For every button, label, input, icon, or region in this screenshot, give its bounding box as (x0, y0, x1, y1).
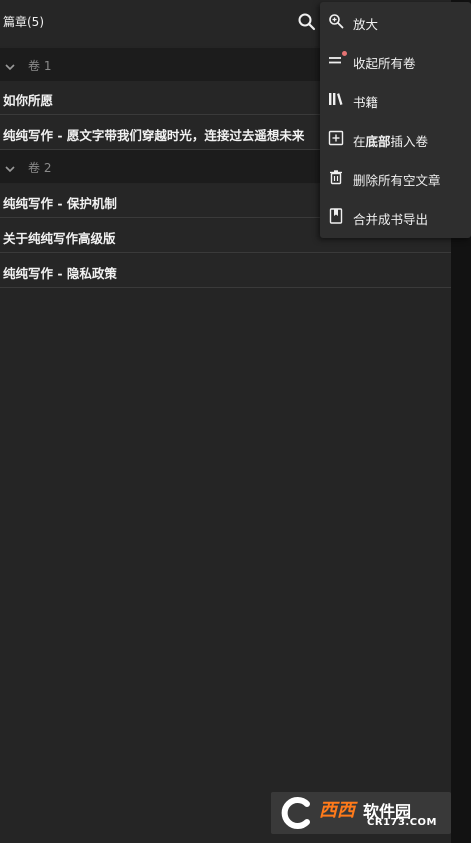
page-title: 篇章(5) (3, 15, 44, 29)
trash-icon (328, 169, 344, 185)
library-icon (328, 91, 344, 107)
bookmark-icon (328, 208, 344, 224)
menu-item-zoom-in[interactable]: 放大 (320, 2, 471, 41)
menu-item-label: 放大 (353, 17, 379, 32)
volume-label: 卷 2 (28, 161, 52, 175)
overflow-menu: 放大 收起所有卷 书籍 在底部插入卷 删除所有空文章 合并成书导出 (320, 2, 471, 238)
chevron-down-icon (4, 58, 16, 71)
notification-badge (342, 51, 347, 56)
search-icon[interactable] (296, 11, 318, 33)
menu-item-delete-empty[interactable]: 删除所有空文章 (320, 158, 471, 197)
menu-item-label: 书籍 (353, 95, 379, 110)
chevron-down-icon (4, 160, 16, 173)
zoom-in-icon (328, 13, 344, 29)
watermark-logo-icon (277, 796, 315, 830)
chapter-title: 纯纯写作 - 保护机制 (3, 196, 117, 211)
menu-item-label: 在底部插入卷 (353, 134, 429, 149)
menu-item-insert-volume[interactable]: 在底部插入卷 (320, 119, 471, 158)
watermark-brand: 西西 (319, 800, 355, 821)
chapter-title: 关于纯纯写作高级版 (3, 231, 116, 246)
menu-item-books[interactable]: 书籍 (320, 80, 471, 119)
watermark: 西西 软件园 CR173.COM (271, 792, 451, 834)
menu-item-label: 合并成书导出 (353, 212, 429, 227)
chapter-row[interactable]: 纯纯写作 - 隐私政策 (0, 254, 451, 288)
menu-item-collapse-all[interactable]: 收起所有卷 (320, 41, 471, 80)
menu-item-label: 删除所有空文章 (353, 173, 441, 188)
chapter-title: 纯纯写作 - 隐私政策 (3, 266, 117, 281)
chapter-title: 如你所愿 (3, 93, 54, 108)
menu-item-merge-export[interactable]: 合并成书导出 (320, 197, 471, 236)
volume-label: 卷 1 (28, 59, 52, 73)
add-box-icon (328, 130, 344, 146)
menu-item-label: 收起所有卷 (353, 56, 416, 71)
chapter-title: 纯纯写作 - 愿文字带我们穿越时光，连接过去遥想未来 (3, 128, 305, 143)
watermark-url: CR173.COM (367, 817, 438, 828)
